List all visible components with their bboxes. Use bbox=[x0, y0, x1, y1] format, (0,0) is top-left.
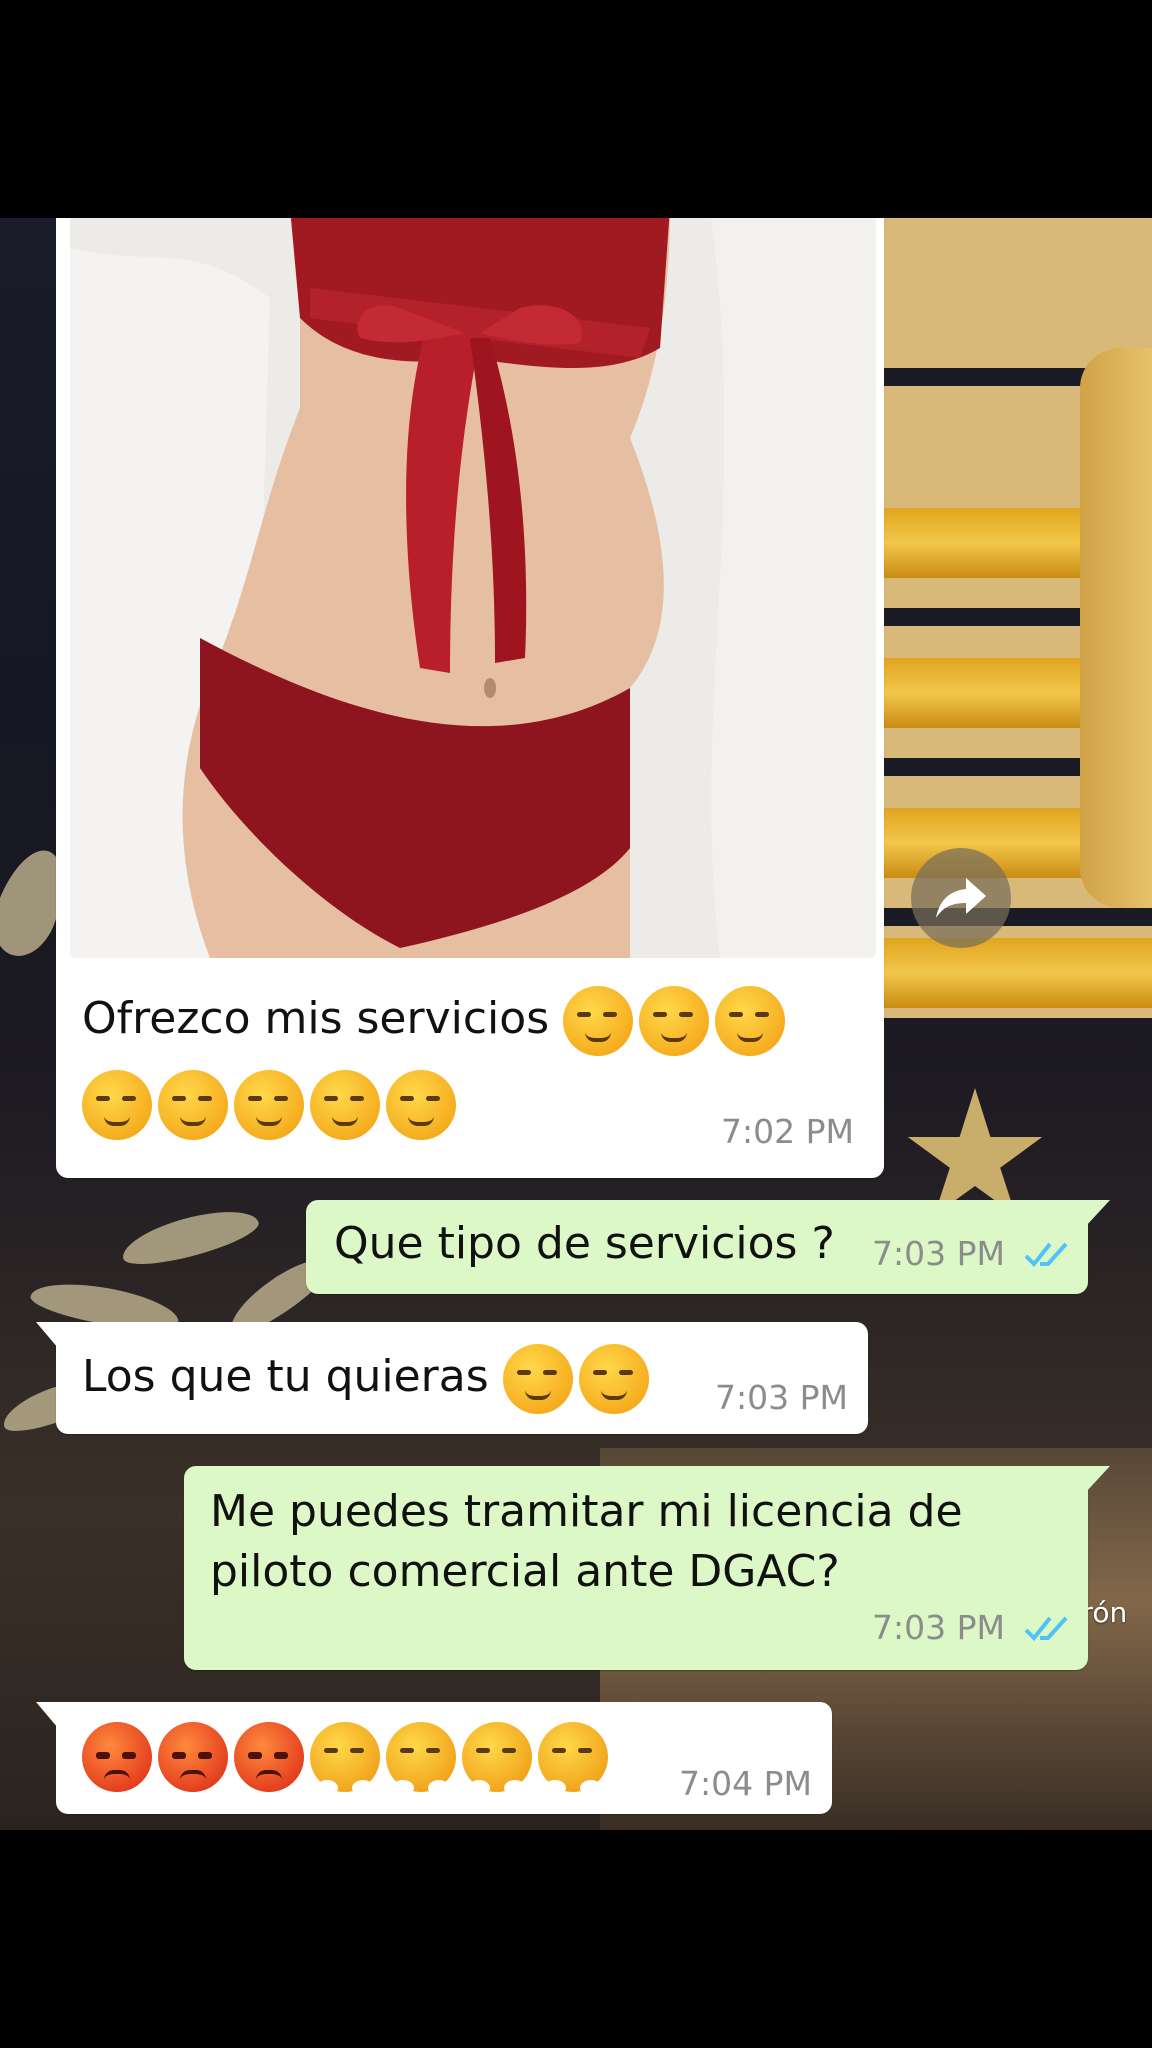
message-text: Que tipo de servicios ? bbox=[334, 1218, 835, 1269]
incoming-image-message[interactable]: Ofrezco mis servicios 7:02 PM bbox=[56, 218, 884, 1178]
steam-face-emoji-icon bbox=[538, 1722, 608, 1796]
message-text-line1: Me puedes tramitar mi licencia de bbox=[210, 1486, 963, 1537]
message-text-line2: piloto comercial ante DGAC? bbox=[210, 1546, 840, 1597]
outgoing-message[interactable]: Me puedes tramitar mi licencia de piloto… bbox=[184, 1466, 1110, 1670]
smirk-emoji-icon bbox=[234, 1070, 304, 1140]
angry-face-emoji-icon bbox=[82, 1722, 152, 1792]
message-text-line: Los que tu quieras bbox=[82, 1344, 655, 1414]
double-check-icon bbox=[1024, 1616, 1068, 1641]
smirk-emoji-icon bbox=[639, 986, 710, 1056]
emoji-line bbox=[82, 1070, 462, 1140]
smirk-emoji-icon bbox=[502, 1344, 573, 1414]
message-time: 7:03 PM bbox=[872, 1608, 1005, 1647]
steam-face-emoji-icon bbox=[310, 1722, 380, 1796]
chat-screen: Ofrezco mis servicios 7:02 PM Que tipo d… bbox=[0, 218, 1152, 1830]
angry-face-emoji-icon bbox=[158, 1722, 228, 1792]
smirk-emoji-icon bbox=[158, 1070, 228, 1140]
wallpaper-epaulette-edge bbox=[1080, 348, 1152, 908]
message-text: Los que tu quieras bbox=[82, 1351, 489, 1402]
smirk-emoji-icon bbox=[386, 1070, 456, 1140]
angry-face-emoji-icon bbox=[234, 1722, 304, 1792]
outgoing-message[interactable]: Que tipo de servicios ? 7:03 PM bbox=[306, 1200, 1110, 1294]
forward-arrow-icon bbox=[936, 878, 986, 918]
smirk-emoji-icon bbox=[310, 1070, 380, 1140]
message-time: 7:04 PM bbox=[679, 1764, 812, 1803]
forward-button[interactable] bbox=[911, 848, 1011, 948]
message-photo[interactable] bbox=[70, 218, 876, 958]
emoji-line bbox=[82, 1722, 614, 1796]
message-text: Ofrezco mis servicios bbox=[82, 993, 550, 1044]
message-time: 7:02 PM bbox=[721, 1112, 854, 1151]
steam-face-emoji-icon bbox=[386, 1722, 456, 1796]
message-time: 7:03 PM bbox=[872, 1234, 1005, 1273]
smirk-emoji-icon bbox=[578, 1344, 649, 1414]
incoming-message[interactable]: Los que tu quieras 7:03 PM bbox=[36, 1322, 868, 1434]
double-check-icon bbox=[1024, 1242, 1068, 1267]
incoming-message[interactable]: 7:04 PM bbox=[36, 1702, 832, 1814]
photo-illustration bbox=[70, 218, 876, 958]
message-text-line: Ofrezco mis servicios bbox=[82, 986, 791, 1056]
message-time: 7:03 PM bbox=[715, 1378, 848, 1417]
smirk-emoji-icon bbox=[715, 986, 786, 1056]
wallpaper-leaf bbox=[117, 1200, 263, 1274]
steam-face-emoji-icon bbox=[462, 1722, 532, 1796]
smirk-emoji-icon bbox=[82, 1070, 152, 1140]
smirk-emoji-icon bbox=[563, 986, 634, 1056]
